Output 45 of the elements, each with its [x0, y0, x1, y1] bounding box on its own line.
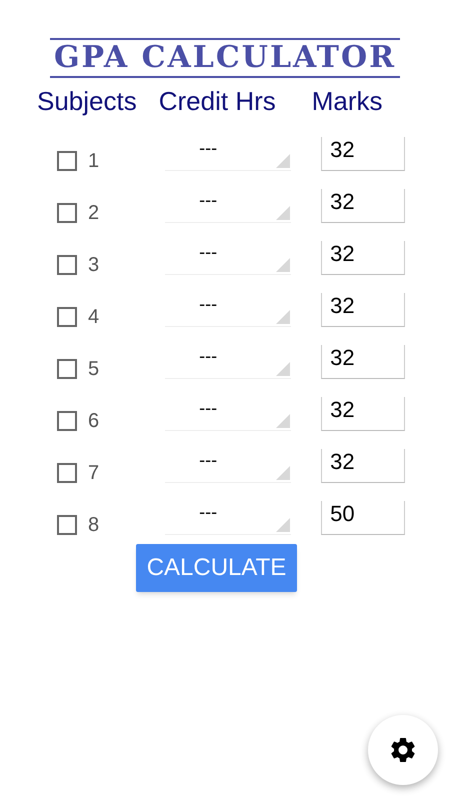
app-title: GPA CALCULATOR [50, 38, 400, 78]
dropdown-arrow-icon [276, 466, 290, 480]
subject-number: 4 [88, 305, 100, 330]
credit-dropdown[interactable]: --- [165, 345, 292, 379]
dropdown-arrow-icon [276, 414, 290, 428]
credit-dropdown[interactable]: --- [165, 137, 292, 171]
credit-dropdown[interactable]: --- [165, 189, 292, 223]
checkbox[interactable] [57, 151, 77, 171]
checkbox[interactable] [57, 307, 77, 327]
subject-number: 2 [88, 201, 100, 226]
dropdown-arrow-icon [276, 310, 290, 324]
subject-number: 8 [88, 513, 100, 538]
subject-number: 7 [88, 461, 100, 486]
marks-field[interactable]: 50 [321, 501, 406, 535]
credit-dropdown[interactable]: --- [165, 241, 292, 275]
subject-number: 3 [88, 253, 100, 278]
credit-dropdown[interactable]: --- [165, 293, 292, 327]
credit-dropdown[interactable]: --- [165, 501, 292, 535]
column-header: Subjects [37, 86, 137, 116]
credit-dropdown[interactable]: --- [165, 449, 292, 483]
subject-number: 5 [88, 357, 100, 382]
checkbox[interactable] [57, 463, 77, 483]
marks-field[interactable]: 32 [321, 397, 406, 431]
dropdown-arrow-icon [276, 258, 290, 272]
column-header: Marks [312, 86, 383, 116]
checkbox[interactable] [57, 515, 77, 535]
checkbox[interactable] [57, 411, 77, 431]
checkbox[interactable] [57, 203, 77, 223]
settings-button[interactable] [368, 715, 438, 785]
marks-field[interactable]: 32 [321, 293, 406, 327]
dropdown-arrow-icon [276, 362, 290, 376]
checkbox[interactable] [57, 359, 77, 379]
marks-field[interactable]: 32 [321, 449, 406, 483]
column-header: Credit Hrs [158, 86, 276, 116]
checkbox[interactable] [57, 255, 77, 275]
dropdown-arrow-icon [276, 154, 290, 168]
subject-number: 1 [88, 149, 100, 174]
marks-field[interactable]: 32 [321, 137, 406, 171]
subject-number: 6 [88, 409, 100, 434]
marks-field[interactable]: 32 [321, 241, 406, 275]
credit-dropdown[interactable]: --- [165, 397, 292, 431]
marks-field[interactable]: 32 [321, 345, 406, 379]
dropdown-arrow-icon [276, 518, 290, 532]
marks-field[interactable]: 32 [321, 189, 406, 223]
dropdown-arrow-icon [276, 206, 290, 220]
